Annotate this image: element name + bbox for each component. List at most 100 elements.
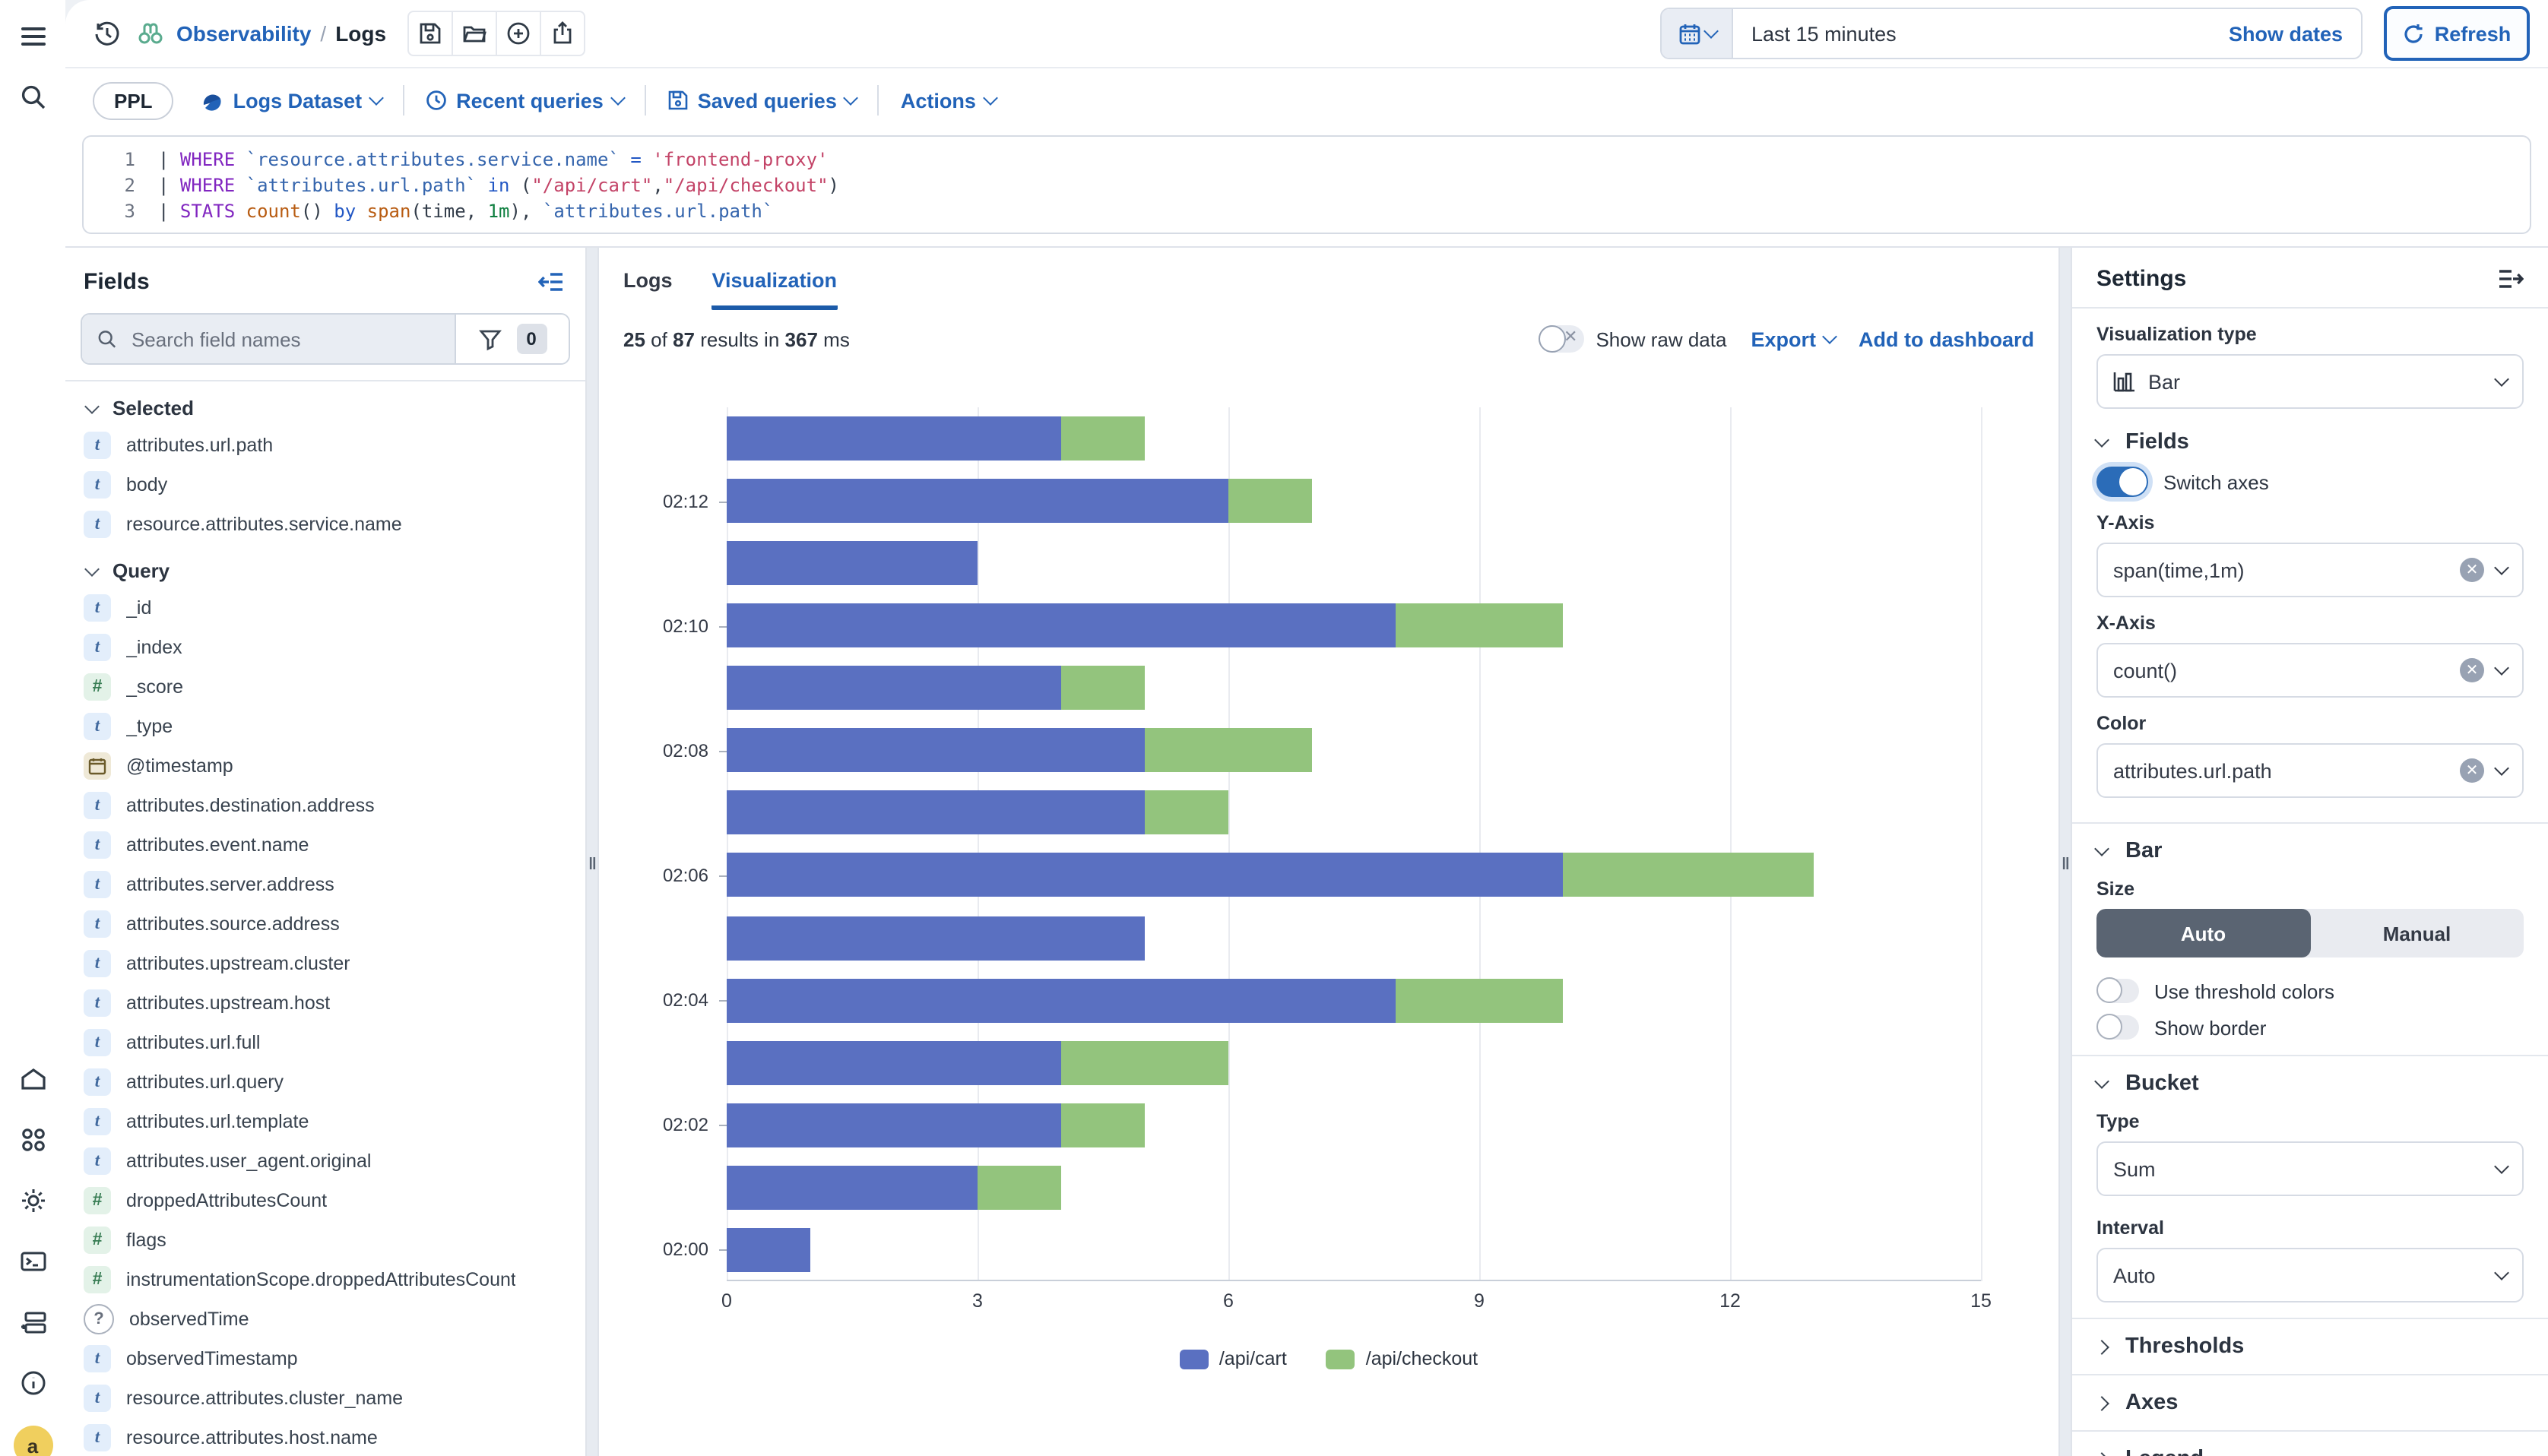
- bar-segment[interactable]: [727, 916, 1145, 960]
- field-item[interactable]: t_type: [81, 707, 570, 746]
- field-item[interactable]: #flags: [81, 1220, 570, 1260]
- bar-segment[interactable]: [1396, 603, 1563, 647]
- show-dates-button[interactable]: Show dates: [2229, 22, 2343, 45]
- save-icon[interactable]: [409, 12, 452, 55]
- field-item[interactable]: tresource.attributes.host.name: [81, 1418, 570, 1456]
- history-icon[interactable]: [93, 19, 122, 48]
- apps-grid-icon[interactable]: [14, 1122, 51, 1158]
- actions-button[interactable]: Actions: [901, 89, 996, 112]
- field-item[interactable]: tattributes.user_agent.original: [81, 1141, 570, 1181]
- resize-handle-icon[interactable]: ‖: [2062, 856, 2071, 874]
- bar-segment[interactable]: [978, 1166, 1061, 1210]
- tab-logs[interactable]: Logs: [623, 269, 673, 310]
- field-item[interactable]: #droppedAttributesCount: [81, 1181, 570, 1220]
- bar-row[interactable]: [727, 907, 1981, 969]
- home-icon[interactable]: [14, 1061, 51, 1097]
- search-icon[interactable]: [14, 79, 51, 116]
- bar-row[interactable]: [727, 532, 1981, 594]
- bar-segment[interactable]: [727, 1228, 810, 1272]
- bar-segment[interactable]: [1061, 666, 1145, 711]
- field-item[interactable]: tattributes.upstream.cluster: [81, 944, 570, 983]
- export-button[interactable]: Export: [1751, 328, 1834, 350]
- field-item[interactable]: tbody: [81, 465, 570, 505]
- bar-segment[interactable]: [727, 1166, 978, 1210]
- bar-row[interactable]: [727, 657, 1981, 720]
- breadcrumb-section[interactable]: Observability: [176, 21, 311, 46]
- collapse-panel-left-icon[interactable]: [538, 271, 564, 293]
- bar-row[interactable]: [727, 407, 1981, 470]
- bar-row[interactable]: 02:08: [727, 720, 1981, 782]
- field-item[interactable]: #_score: [81, 667, 570, 707]
- bar-segment[interactable]: [1563, 853, 1814, 897]
- time-range-picker[interactable]: Last 15 minutes Show dates: [1660, 8, 2363, 59]
- bar-segment[interactable]: [727, 791, 1145, 835]
- bar-segment[interactable]: [727, 853, 1563, 897]
- recent-queries-button[interactable]: Recent queries: [426, 89, 623, 112]
- bar-segment[interactable]: [727, 603, 1396, 647]
- gear-icon[interactable]: [14, 1182, 51, 1219]
- field-item[interactable]: tattributes.destination.address: [81, 786, 570, 825]
- bar-row[interactable]: [727, 1031, 1981, 1094]
- show-border-toggle[interactable]: Show border: [2096, 1015, 2524, 1040]
- field-section-header[interactable]: Selected: [87, 397, 570, 419]
- bar-segment[interactable]: [1228, 479, 1312, 523]
- toggle-off-icon[interactable]: [2096, 1015, 2139, 1040]
- field-item[interactable]: tattributes.event.name: [81, 825, 570, 865]
- toggle-on-icon[interactable]: [2096, 467, 2148, 497]
- clear-icon[interactable]: ✕: [2460, 758, 2484, 783]
- refresh-button[interactable]: Refresh: [2384, 6, 2530, 61]
- field-item[interactable]: t_id: [81, 588, 570, 628]
- bar-segment[interactable]: [727, 1103, 1061, 1147]
- bar-row[interactable]: 02:12: [727, 470, 1981, 532]
- legend-section-header[interactable]: Legend: [2096, 1447, 2524, 1456]
- field-item[interactable]: tobservedTimestamp: [81, 1339, 570, 1378]
- legend-item[interactable]: /api/checkout: [1326, 1348, 1478, 1369]
- field-item[interactable]: tattributes.url.template: [81, 1102, 570, 1141]
- bar-segment[interactable]: [727, 1040, 1061, 1084]
- query-editor[interactable]: 1| WHERE `resource.attributes.service.na…: [82, 135, 2531, 234]
- axes-section-header[interactable]: Axes: [2096, 1391, 2524, 1415]
- open-folder-icon[interactable]: [452, 12, 496, 55]
- editor-line[interactable]: 3| STATS count() by span(time, 1m), `att…: [84, 198, 2530, 223]
- toggle-off-icon[interactable]: [2096, 979, 2139, 1003]
- saved-queries-button[interactable]: Saved queries: [667, 89, 857, 112]
- tab-visualization[interactable]: Visualization: [712, 269, 838, 310]
- thresholds-section-header[interactable]: Thresholds: [2096, 1334, 2524, 1359]
- use-threshold-colors-toggle[interactable]: Use threshold colors: [2096, 979, 2524, 1003]
- bar-segment[interactable]: [727, 541, 978, 585]
- y-axis-select[interactable]: span(time,1m) ✕: [2096, 543, 2524, 597]
- devtools-icon[interactable]: [14, 1304, 51, 1340]
- bar-chart-plot[interactable]: 02:1202:1002:0802:0602:0402:0202:00: [727, 407, 1981, 1281]
- dataset-selector[interactable]: Logs Dataset: [201, 89, 382, 112]
- field-item[interactable]: @timestamp: [81, 746, 570, 786]
- color-select[interactable]: attributes.url.path ✕: [2096, 743, 2524, 798]
- bar-segment[interactable]: [727, 978, 1396, 1022]
- field-item[interactable]: tattributes.url.path: [81, 426, 570, 465]
- bar-row[interactable]: 02:04: [727, 969, 1981, 1031]
- interval-select[interactable]: Auto: [2096, 1248, 2524, 1302]
- bar-row[interactable]: [727, 782, 1981, 844]
- add-to-dashboard-button[interactable]: Add to dashboard: [1859, 328, 2034, 350]
- x-axis-select[interactable]: count() ✕: [2096, 643, 2524, 698]
- time-range-display[interactable]: Last 15 minutes Show dates: [1733, 9, 2361, 58]
- field-item[interactable]: ?observedTime: [81, 1299, 570, 1339]
- bar-row[interactable]: 02:06: [727, 844, 1981, 907]
- field-item[interactable]: tattributes.url.query: [81, 1062, 570, 1102]
- bar-segment[interactable]: [1061, 1103, 1145, 1147]
- quick-select-button[interactable]: [1662, 9, 1733, 58]
- collapse-panel-right-icon[interactable]: [2498, 267, 2524, 290]
- field-section-header[interactable]: Query: [87, 559, 570, 582]
- bar-segment[interactable]: [727, 666, 1061, 711]
- new-plus-icon[interactable]: [496, 12, 540, 55]
- bar-segment[interactable]: [1061, 1040, 1228, 1084]
- bar-row[interactable]: 02:10: [727, 594, 1981, 657]
- legend-item[interactable]: /api/cart: [1180, 1348, 1287, 1369]
- avatar[interactable]: a: [13, 1426, 52, 1456]
- bucket-section-header[interactable]: Bucket: [2096, 1071, 2524, 1096]
- info-icon[interactable]: [14, 1365, 51, 1401]
- bar-segment[interactable]: [727, 479, 1228, 523]
- menu-icon[interactable]: [14, 18, 51, 55]
- bar-row[interactable]: 02:00: [727, 1219, 1981, 1281]
- fields-section-header[interactable]: Fields: [2096, 430, 2524, 454]
- field-item[interactable]: tresource.attributes.cluster_name: [81, 1378, 570, 1418]
